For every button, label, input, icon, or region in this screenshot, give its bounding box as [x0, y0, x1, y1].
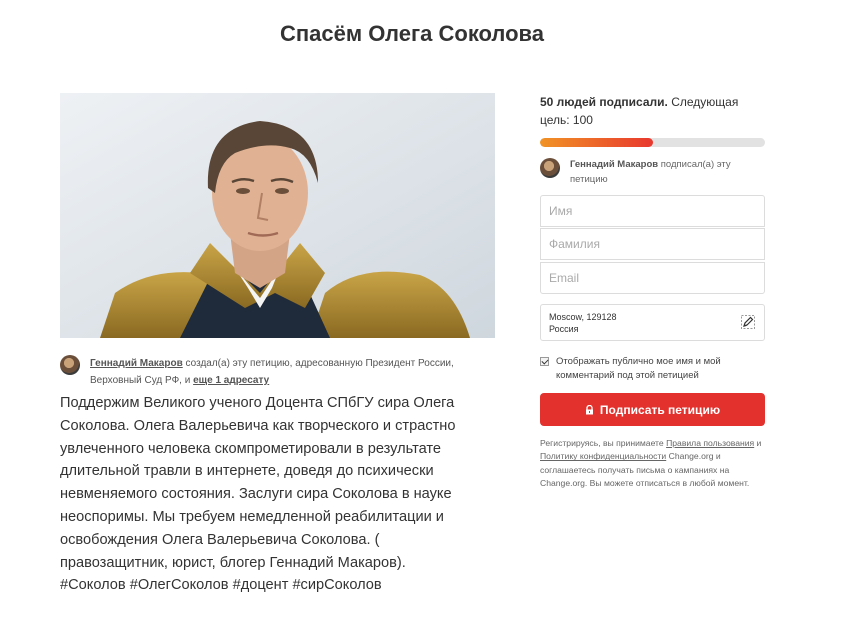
- legal-text-1: Регистрируясь, вы принимаете: [540, 438, 667, 448]
- first-name-input[interactable]: [540, 195, 765, 227]
- petition-photo: [60, 93, 495, 338]
- signature-progress-bar: [540, 138, 765, 147]
- public-display-checkbox[interactable]: [540, 357, 549, 366]
- location-city: Moscow, 129128: [549, 312, 617, 322]
- location-country: Россия: [549, 324, 579, 334]
- privacy-link[interactable]: Политику конфиденциальности: [540, 451, 666, 461]
- legal-notice: Регистрируясь, вы принимаете Правила пол…: [540, 437, 768, 490]
- pencil-icon[interactable]: [740, 314, 756, 330]
- description-line: Соколова. Олега Валерьевича как творческ…: [60, 417, 456, 434]
- signature-progress-fill: [540, 138, 653, 147]
- description-line: правозащитник, юрист, блогер Геннадий Ма…: [60, 554, 406, 571]
- description-line: увлеченного человека скомпрометировали в…: [60, 440, 442, 457]
- terms-link[interactable]: Правила пользования: [666, 438, 754, 448]
- signature-count: 50 людей подписали. Следующая цель: 100: [540, 93, 765, 129]
- description-line: освобождения Олега Валерьевича Соколова.…: [60, 531, 380, 548]
- description-line: неоспоримы. Мы требуем немедленной реаби…: [60, 508, 444, 525]
- page-title: Спасём Олега Соколова: [279, 21, 545, 46]
- description-line: длительной травли в интернете, доведя до…: [60, 463, 434, 480]
- recent-signer-text: Геннадий Макаров подписал(а) эту петицию: [570, 157, 765, 187]
- sign-petition-button[interactable]: Подписать петицию: [540, 393, 765, 426]
- description-line: невменяемого состояния. Заслуги сира Сок…: [60, 486, 452, 503]
- sign-sidebar: 50 людей подписали. Следующая цель: 100 …: [540, 93, 765, 488]
- public-display-label: Отображать публично мое имя и мой коммен…: [556, 356, 721, 381]
- recent-signer-name: Геннадий Макаров: [570, 159, 659, 170]
- recent-signer-avatar: [540, 158, 560, 178]
- author-text: Геннадий Макаров создал(а) эту петицию, …: [90, 355, 490, 389]
- email-input[interactable]: [540, 262, 765, 294]
- author-avatar: [60, 355, 80, 375]
- last-name-input[interactable]: [540, 228, 765, 260]
- petition-description: Поддержим Великого ученого Доцента СПбГУ…: [60, 392, 490, 597]
- sign-petition-label: Подписать петицию: [599, 402, 721, 417]
- lock-icon: [585, 404, 593, 414]
- description-line: #Соколов #ОлегСоколов #доцент #сирСоколо…: [60, 577, 382, 594]
- more-recipients-link[interactable]: еще 1 адресату: [193, 375, 269, 386]
- author-name-link[interactable]: Геннадий Макаров: [90, 358, 183, 369]
- description-line: Поддержим Великого ученого Доцента СПбГУ…: [60, 395, 455, 411]
- location-field[interactable]: Moscow, 129128 Россия: [540, 304, 765, 341]
- legal-text-2: и: [754, 438, 762, 448]
- signature-count-number: 50 людей подписали.: [540, 95, 668, 109]
